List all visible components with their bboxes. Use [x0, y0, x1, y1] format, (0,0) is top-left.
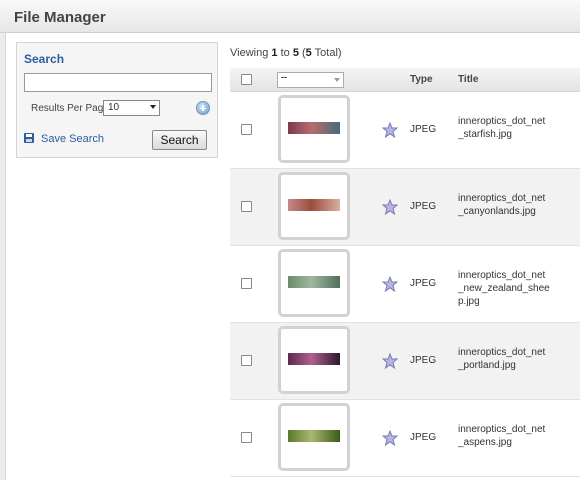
table-row[interactable]: JPEG inneroptics_dot_net _portland.jpg: [230, 323, 580, 400]
viewing-close: Total): [311, 47, 342, 59]
file-title[interactable]: inneroptics_dot_net _canyonlands.jpg: [458, 192, 573, 218]
page-title: File Manager: [14, 9, 106, 26]
column-header-type[interactable]: Type: [410, 74, 433, 85]
app-header: File Manager: [0, 0, 580, 33]
viewing-to-word: to: [277, 47, 293, 59]
chevron-down-icon: [150, 105, 156, 109]
main-content: Search Results Per Page 10 Save Search S…: [5, 33, 580, 480]
table-row[interactable]: JPEG inneroptics_dot_net _aspens.jpg: [230, 400, 580, 477]
thumbnail-image: [288, 122, 340, 134]
file-title-line: inneroptics_dot_net: [458, 270, 546, 281]
floppy-disk-icon: [24, 133, 34, 143]
save-search-label: Save Search: [41, 133, 104, 145]
file-type: JPEG: [410, 201, 437, 212]
file-title-line: _aspens.jpg: [458, 437, 512, 448]
file-title-line: p.jpg: [458, 296, 480, 307]
thumbnail-image: [288, 276, 340, 288]
star-icon[interactable]: [382, 430, 398, 446]
row-checkbox[interactable]: [241, 278, 252, 289]
grid-header: -- Type Title: [230, 68, 580, 92]
viewing-prefix: Viewing: [230, 47, 272, 59]
thumbnail-frame[interactable]: [278, 249, 350, 317]
row-checkbox[interactable]: [241, 355, 252, 366]
star-icon[interactable]: [382, 199, 398, 215]
file-title[interactable]: inneroptics_dot_net _portland.jpg: [458, 346, 573, 372]
thumbnail-frame[interactable]: [278, 403, 350, 471]
results-per-page-value: 10: [108, 102, 120, 113]
row-checkbox[interactable]: [241, 432, 252, 443]
thumbnail-frame[interactable]: [278, 326, 350, 394]
select-all-checkbox[interactable]: [241, 74, 252, 85]
table-row[interactable]: JPEG inneroptics_dot_net _starfish.jpg: [230, 92, 580, 169]
file-title-line: _portland.jpg: [458, 360, 516, 371]
file-title[interactable]: inneroptics_dot_net _starfish.jpg: [458, 115, 573, 141]
file-type: JPEG: [410, 355, 437, 366]
results-per-page-label: Results Per Page: [31, 103, 109, 114]
viewing-open: (: [298, 47, 306, 59]
star-icon[interactable]: [382, 353, 398, 369]
table-row[interactable]: JPEG inneroptics_dot_net _canyonlands.jpg: [230, 169, 580, 246]
results-count: Viewing 1 to 5 (5 Total): [230, 47, 342, 59]
file-title[interactable]: inneroptics_dot_net _new_zealand_shee p.jp…: [458, 269, 573, 308]
file-type: JPEG: [410, 432, 437, 443]
table-row[interactable]: JPEG inneroptics_dot_net _new_zealand_she…: [230, 246, 580, 323]
search-panel: Search Results Per Page 10 Save Search S…: [16, 42, 218, 158]
star-icon[interactable]: [382, 276, 398, 292]
row-checkbox[interactable]: [241, 124, 252, 135]
chevron-down-icon: [334, 78, 340, 82]
file-title-line: inneroptics_dot_net: [458, 424, 546, 435]
file-grid: -- Type Title JPEG inneroptics_dot_net _s…: [230, 68, 580, 477]
file-type: JPEG: [410, 278, 437, 289]
file-title-line: _starfish.jpg: [458, 129, 512, 140]
file-type: JPEG: [410, 124, 437, 135]
thumbnail-image: [288, 199, 340, 211]
search-title: Search: [24, 52, 65, 66]
thumbnail-frame[interactable]: [278, 172, 350, 240]
thumbnail-frame[interactable]: [278, 95, 350, 163]
row-checkbox[interactable]: [241, 201, 252, 212]
file-title-line: inneroptics_dot_net: [458, 347, 546, 358]
thumbnail-image: [288, 430, 340, 442]
file-title-line: inneroptics_dot_net: [458, 193, 546, 204]
star-icon[interactable]: [382, 122, 398, 138]
file-title[interactable]: inneroptics_dot_net _aspens.jpg: [458, 423, 573, 449]
search-input[interactable]: [24, 73, 212, 92]
bulk-action-value: --: [281, 72, 287, 82]
thumbnail-image: [288, 353, 340, 365]
file-title-line: inneroptics_dot_net: [458, 116, 546, 127]
results-per-page-select[interactable]: 10: [103, 100, 160, 116]
file-title-line: _new_zealand_shee: [458, 283, 550, 294]
add-circle-icon[interactable]: [196, 101, 210, 115]
search-button[interactable]: Search: [152, 130, 207, 150]
column-header-title[interactable]: Title: [458, 74, 478, 85]
bulk-action-select[interactable]: --: [277, 72, 344, 88]
file-title-line: _canyonlands.jpg: [458, 206, 536, 217]
